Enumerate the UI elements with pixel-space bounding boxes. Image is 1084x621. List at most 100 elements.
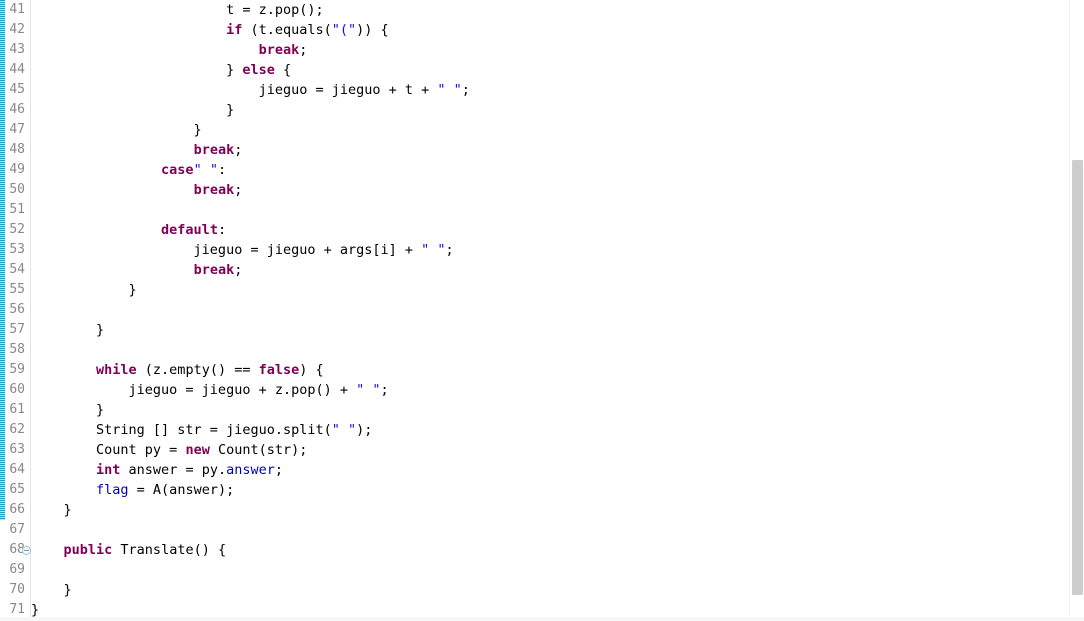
code-line[interactable]: int answer = py.answer;	[31, 460, 1070, 480]
code-token: " "	[421, 242, 446, 258]
code-token: ;	[445, 242, 454, 258]
code-line[interactable]: }	[31, 580, 1070, 600]
code-line[interactable]: break;	[31, 40, 1070, 60]
code-token: ;	[234, 262, 243, 278]
code-token: }	[31, 502, 72, 518]
code-token: answer	[226, 462, 275, 478]
code-content[interactable]: t = z.pop(); if (t.equals("(")) { break;…	[31, 0, 1070, 621]
line-number: 50	[9, 182, 25, 197]
code-token: );	[356, 422, 373, 438]
code-token: Count(str);	[209, 442, 308, 458]
code-line[interactable]: default:	[31, 220, 1070, 240]
code-line[interactable]: t = z.pop();	[31, 0, 1070, 20]
code-token: answer = py.	[120, 462, 227, 478]
code-token: = A(answer);	[128, 482, 235, 498]
code-line[interactable]	[31, 520, 1070, 540]
fold-collapse-icon[interactable]	[22, 546, 31, 555]
code-line[interactable]: }	[31, 100, 1070, 120]
code-line[interactable]: jieguo = jieguo + z.pop() + " ";	[31, 380, 1070, 400]
code-token: break	[193, 262, 235, 278]
code-line[interactable]: public Translate() {	[31, 540, 1070, 560]
code-token: jieguo = jieguo + args[i] +	[31, 242, 422, 258]
vertical-scrollbar-thumb[interactable]	[1072, 160, 1083, 595]
code-token: :	[217, 222, 227, 238]
line-number: 67	[9, 522, 25, 537]
line-number: 57	[9, 322, 25, 337]
code-token: ;	[380, 382, 389, 398]
code-token: else	[242, 62, 275, 78]
code-token: if	[226, 22, 243, 38]
code-line[interactable]: String [] str = jieguo.split(" ");	[31, 420, 1070, 440]
change-marker-bar	[0, 0, 5, 520]
code-token: }	[31, 122, 202, 138]
line-number: 66	[9, 502, 25, 517]
code-line[interactable]: while (z.empty() == false) {	[31, 360, 1070, 380]
code-line[interactable]	[31, 300, 1070, 320]
code-token: }	[31, 602, 40, 618]
code-token: "("	[331, 22, 357, 38]
code-line[interactable]: jieguo = jieguo + t + " ";	[31, 80, 1070, 100]
code-token: }	[31, 322, 105, 338]
code-line[interactable]	[31, 560, 1070, 580]
editor-gutter[interactable]: 41 42 43 44 45 46 47 48 49 50 51 52 53 54 55 56 57 58 59 60…	[0, 0, 31, 621]
code-line[interactable]: }	[31, 320, 1070, 340]
code-line[interactable]: } else {	[31, 60, 1070, 80]
code-line[interactable]: }	[31, 280, 1070, 300]
code-token: flag	[96, 482, 129, 498]
code-token: String [] str = jieguo.split(	[31, 422, 332, 438]
code-line[interactable]	[31, 200, 1070, 220]
code-line[interactable]: }	[31, 500, 1070, 520]
code-line[interactable]: break;	[31, 180, 1070, 200]
line-number: 45	[9, 82, 25, 97]
code-line[interactable]: break;	[31, 140, 1070, 160]
code-token: }	[31, 282, 137, 298]
code-line[interactable]: }	[31, 400, 1070, 420]
line-number: 60	[9, 382, 25, 397]
line-number: 58	[9, 342, 25, 357]
line-number: 69	[9, 562, 25, 577]
code-token: default	[161, 222, 218, 238]
code-line[interactable]	[31, 340, 1070, 360]
line-number: 47	[9, 122, 25, 137]
code-line[interactable]: }	[31, 120, 1070, 140]
code-line[interactable]: break;	[31, 260, 1070, 280]
code-token: :	[217, 162, 227, 178]
code-token: " "	[331, 422, 357, 438]
code-token: ;	[234, 182, 243, 198]
line-number: 63	[9, 442, 25, 457]
code-token: (t.equals(	[242, 22, 332, 38]
code-token: )) {	[356, 22, 389, 38]
code-token: jieguo = jieguo + z.pop() +	[31, 382, 357, 398]
vertical-scrollbar[interactable]	[1069, 0, 1084, 621]
line-number: 55	[9, 282, 25, 297]
code-line[interactable]: jieguo = jieguo + args[i] + " ";	[31, 240, 1070, 260]
code-line[interactable]: flag = A(answer);	[31, 480, 1070, 500]
code-token: }	[31, 102, 235, 118]
code-token: false	[258, 362, 300, 378]
code-token: new	[185, 442, 210, 458]
code-editor[interactable]: 41 42 43 44 45 46 47 48 49 50 51 52 53 54 55 56 57 58 59 60…	[0, 0, 1084, 621]
line-number: 44	[9, 62, 25, 77]
code-token: break	[193, 142, 235, 158]
code-line[interactable]: case" ":	[31, 160, 1070, 180]
code-token: case	[161, 162, 194, 178]
code-line[interactable]: Count py = new Count(str);	[31, 440, 1070, 460]
code-token: " "	[193, 162, 218, 178]
line-number: 59	[9, 362, 25, 377]
line-number: 48	[9, 142, 25, 157]
code-token: ) {	[299, 362, 324, 378]
line-number: 53	[9, 242, 25, 257]
code-token: Translate() {	[112, 542, 227, 558]
line-number: 61	[9, 402, 25, 417]
line-number: 43	[9, 42, 25, 57]
code-token: ;	[299, 42, 308, 58]
code-line[interactable]: if (t.equals("(")) {	[31, 20, 1070, 40]
editor-bottom-edge	[0, 617, 1084, 621]
